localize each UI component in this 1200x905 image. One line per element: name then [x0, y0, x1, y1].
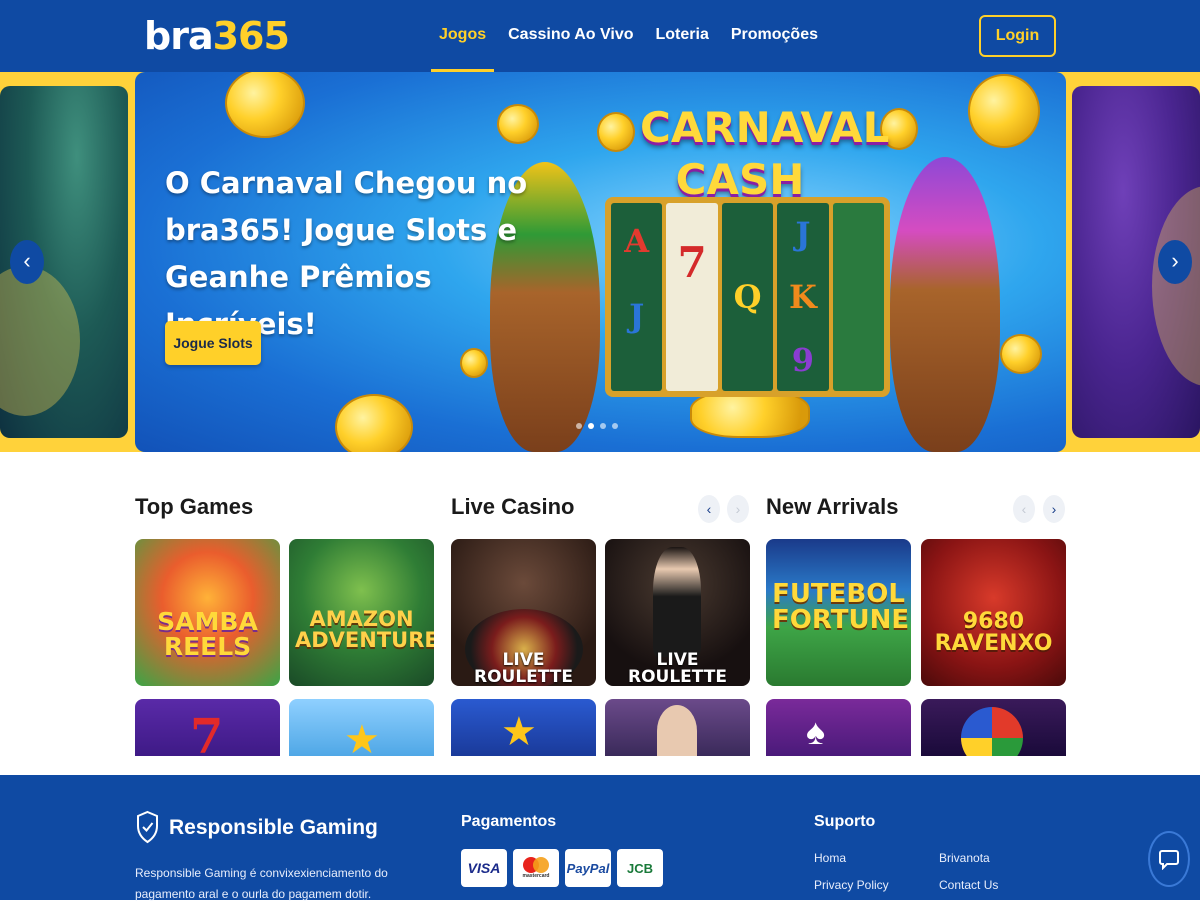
nav-item-loteria[interactable]: Loteria — [647, 0, 718, 72]
reel-symbol: A — [624, 221, 650, 260]
play-slots-button[interactable]: Jogue Slots — [165, 321, 261, 365]
coin-pile — [690, 390, 810, 438]
game-card-partial[interactable]: 7 — [135, 699, 280, 756]
game-card-title: AMAZON ADVENTURE — [295, 607, 434, 652]
carousel-dot[interactable] — [600, 423, 606, 429]
nav-item-jogos[interactable]: Jogos — [430, 0, 495, 72]
game-card-title: FUTEBOL FORTUNE — [772, 579, 910, 635]
section-title-top-games: Top Games — [135, 494, 254, 519]
reel: Q — [721, 203, 774, 391]
live-chat-button[interactable] — [1148, 831, 1190, 887]
game-card-partial[interactable] — [921, 699, 1066, 756]
coin-decoration — [968, 74, 1040, 148]
coin-decoration — [225, 72, 305, 138]
game-card-partial[interactable]: ★ — [289, 699, 434, 756]
prize-wheel-icon — [961, 707, 1023, 756]
slide-art — [0, 266, 80, 416]
reel-symbol: 9 — [791, 340, 815, 379]
game-card-title: LIVE ROULETTE — [628, 650, 727, 686]
live-casino-next-arrow[interactable]: › — [727, 495, 749, 523]
paypal-logo: PayPal — [565, 849, 611, 887]
coin-decoration — [460, 348, 488, 378]
carousel-dot-active[interactable] — [588, 423, 594, 429]
new-arrivals-next-arrow[interactable]: › — [1043, 495, 1065, 523]
carousel-prev-arrow[interactable]: ‹ — [10, 240, 44, 284]
game-card-amazon-adventure[interactable]: AMAZON ADVENTURE — [289, 539, 434, 686]
game-card-partial[interactable]: ♠ — [766, 699, 911, 756]
reel: 7 — [666, 203, 718, 391]
responsible-gaming-title: Responsible Gaming — [169, 816, 378, 839]
star-icon: ★ — [344, 718, 380, 756]
game-card-title: 9680 RAVENXO — [934, 609, 1053, 656]
carousel-dot[interactable] — [612, 423, 618, 429]
mastercard-label: mastercard — [522, 873, 550, 879]
login-button[interactable]: Login — [979, 15, 1056, 57]
reel-symbol: K — [789, 277, 817, 316]
new-arrivals-prev-arrow[interactable]: ‹ — [1013, 495, 1035, 523]
reel-symbol: Q — [733, 278, 762, 316]
section-title-live-casino: Live Casino — [451, 494, 575, 519]
slide-art — [1152, 186, 1200, 386]
game-card-futebol-fortune[interactable]: FUTEBOL FORTUNE — [766, 539, 911, 686]
playing-cards-icon: ♠ — [806, 711, 826, 752]
coin-decoration — [497, 104, 539, 144]
support-heading: Suporto — [814, 813, 876, 830]
dealer-avatar — [657, 705, 697, 756]
visa-logo: VISA — [461, 849, 507, 887]
carnival-dancer-right — [890, 157, 1000, 452]
footer-link-privacy-policy[interactable]: Privacy Policy — [814, 878, 889, 892]
reel — [832, 203, 885, 391]
responsible-gaming-text: Responsible Gaming é convixexienciamento… — [135, 866, 388, 901]
logo-text-bra: bra — [144, 14, 214, 58]
jcb-logo: JCB — [617, 849, 663, 887]
top-header: bra365 Jogos Cassino Ao Vivo Loteria Pro… — [0, 0, 1200, 72]
slot-machine-reels: A J 7 Q J K 9 — [605, 197, 890, 397]
game-card-partial[interactable] — [605, 699, 750, 756]
reel: J K 9 — [777, 203, 829, 391]
footer-link-brivanota[interactable]: Brivanota — [939, 851, 990, 865]
game-card-live-roulette[interactable]: LIVE ROULETTE — [451, 539, 596, 686]
carousel-dot[interactable] — [576, 423, 582, 429]
section-title-new-arrivals: New Arrivals — [766, 494, 899, 519]
reel-symbol: J — [629, 296, 645, 335]
nav-item-promocoes[interactable]: Promoções — [722, 0, 827, 72]
shield-check-icon — [137, 810, 158, 844]
star-icon: ★ — [501, 710, 537, 754]
carousel-next-arrow[interactable]: › — [1158, 240, 1192, 284]
game-card-title: LIVE ROULETTE — [474, 650, 573, 686]
nav-item-cassino-ao-vivo[interactable]: Cassino Ao Vivo — [499, 0, 642, 72]
coin-decoration — [597, 112, 635, 152]
live-dealer-avatar — [653, 547, 701, 657]
carnaval-cash-logo: CARNAVAL CASH — [640, 102, 890, 206]
chat-bubble-icon — [1159, 850, 1179, 870]
game-logo-line1: CARNAVAL — [640, 103, 890, 152]
hero-headline: O Carnaval Chegou no bra365! Jogue Slots… — [165, 166, 528, 341]
game-card-live-roulette[interactable]: LIVE ROULETTE — [605, 539, 750, 686]
coin-decoration — [1000, 334, 1042, 374]
reel: A J — [611, 203, 663, 391]
main-nav: Jogos Cassino Ao Vivo Loteria Promoções — [430, 0, 831, 72]
brand-logo[interactable]: bra365 — [144, 14, 290, 58]
live-casino-prev-arrow[interactable]: ‹ — [698, 495, 720, 523]
game-card-title: SAMBA REELS — [157, 607, 258, 661]
seven-symbol-icon: 7 — [190, 709, 224, 756]
reel-symbol: 7 — [677, 237, 707, 287]
reel-symbol: J — [795, 215, 811, 254]
footer-link-homa[interactable]: Homa — [814, 851, 846, 865]
footer-link-contact-us[interactable]: Contact Us — [939, 878, 998, 892]
carousel-dots — [576, 423, 618, 429]
game-card-ravenxo[interactable]: 9680 RAVENXO — [921, 539, 1066, 686]
payments-heading: Pagamentos — [461, 813, 557, 830]
mastercard-circles-icon — [523, 857, 549, 873]
hero-banner: CARNAVAL CASH A J 7 Q J K 9 O Carnaval C… — [135, 72, 1066, 452]
site-footer: Responsible Gaming Responsible Gaming é … — [0, 775, 1200, 901]
game-card-samba-reels[interactable]: SAMBA REELS — [135, 539, 280, 686]
logo-text-365: 365 — [212, 14, 290, 58]
mastercard-logo: mastercard — [513, 849, 559, 887]
coin-decoration — [335, 394, 413, 452]
game-card-partial[interactable]: ★ — [451, 699, 596, 756]
